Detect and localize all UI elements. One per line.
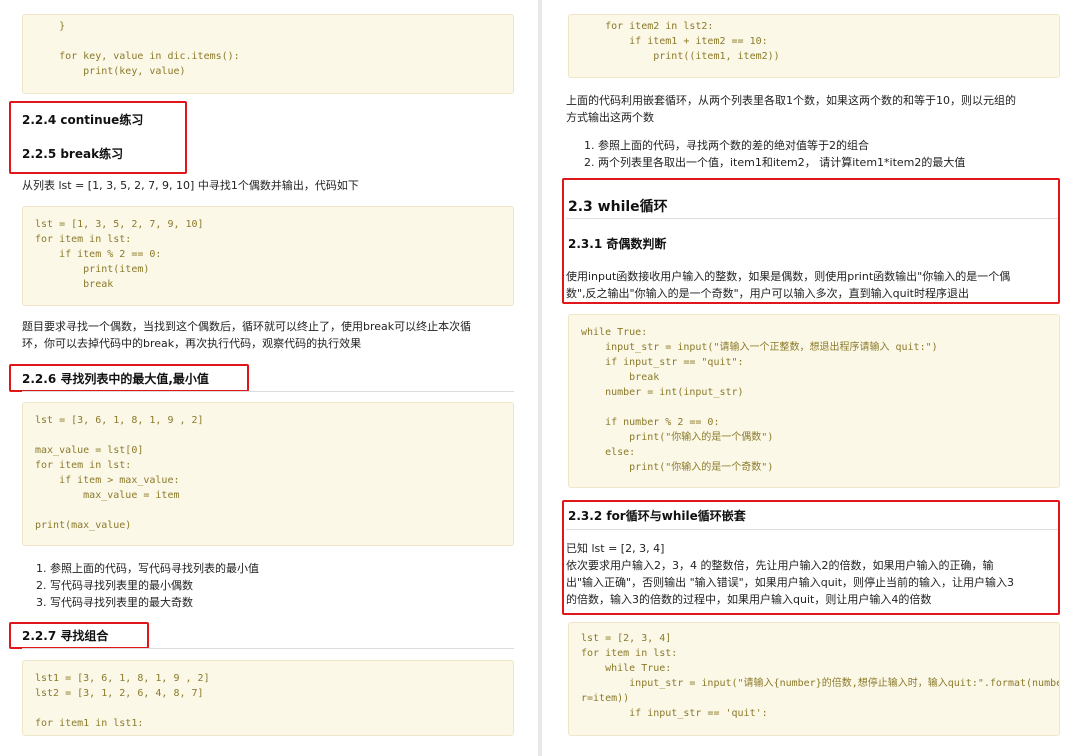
exercise-list-nested: 1. 参照上面的代码，寻找两个数的差的绝对值等于2的组合 2. 两个列表里各取出一… [584,137,965,171]
code-line: if item > max_value: [35,475,180,486]
code-line: lst2 = [3, 1, 2, 6, 4, 8, 7] [35,688,204,699]
code-line: r=item)) [581,693,630,704]
code-line: lst = [3, 6, 1, 8, 1, 9 , 2] [35,415,204,426]
code-block-while: while True: input_str = input("请输入一个正整数，… [568,314,1060,488]
break-desc-line1: 题目要求寻找一个偶数，当找到这个偶数后，循环就可以终止了，使用break可以终止… [22,320,472,333]
code-block-combo: lst1 = [3, 6, 1, 8, 1, 9 , 2] lst2 = [3, … [22,660,514,736]
heading-underline [22,648,514,649]
code-line: print(max_value) [35,520,132,531]
heading-2-3-2: 2.3.2 for循环与while循环嵌套 [568,509,746,523]
code-line: if number % 2 == 0: [581,417,720,428]
code-block-break: lst = [1, 3, 5, 2, 7, 9, 10] for item in … [22,206,514,306]
231-desc-line2: 数",反之输出"你输入的是一个奇数"，用户可以输入多次，直到输入quit时程序退… [566,287,969,300]
list-item: 1. 参照上面的代码，寻找两个数的差的绝对值等于2的组合 [584,139,869,152]
code-line: } [35,21,66,32]
code-block-combo-cont: for item2 in lst2: if item1 + item2 == 1… [568,14,1060,78]
code-line: if input_str == 'quit': [581,708,768,719]
list-item: 1. 参照上面的代码，写代码寻找列表的最小值 [36,562,259,575]
code-line: for item2 in lst2: [581,21,714,32]
break-intro-text: 从列表 lst = [1, 3, 5, 2, 7, 9, 10] 中寻找1个偶数… [22,179,359,192]
code-line: for item in lst: [35,460,132,471]
code-line: while True: [581,327,648,338]
code-block-dict-loop: } for key, value in dic.items(): print(k… [22,14,514,94]
code-line: else: [581,447,636,458]
code-line: input_str = input("请输入一个正整数，想退出程序请输入 qui… [581,342,938,353]
heading-2-2-7: 2.2.7 寻找组合 [22,629,109,643]
231-desc-line1: 使用input函数接收用户输入的整数，如果是偶数，则使用print函数输出"你输… [566,270,1011,283]
code-line: input_str = input("请输入{number}的倍数,想停止输入时… [581,678,1060,689]
heading-underline [566,218,1058,219]
heading-underline [22,391,514,392]
code-line: max_value = lst[0] [35,445,144,456]
code-line: lst = [1, 3, 5, 2, 7, 9, 10] [35,219,204,230]
heading-2-2-4: 2.2.4 continue练习 [22,113,144,127]
code-line: break [35,279,114,290]
code-line: print("你输入的是一个奇数") [581,462,774,473]
heading-underline [566,529,1058,530]
heading-2-3: 2.3 while循环 [568,199,668,215]
232-desc-line1: 依次要求用户输入2，3，4 的整数倍，先让用户输入2的倍数，如果用户输入的正确，… [566,559,994,572]
list-item: 2. 写代码寻找列表里的最小偶数 [36,579,193,592]
code-line: number = int(input_str) [581,387,744,398]
code-line: while True: [581,663,672,674]
heading-2-3-1: 2.3.1 奇偶数判断 [568,237,667,251]
232-desc-line0: 已知 lst = [2, 3, 4] [566,542,665,555]
code-line: print(key, value) [35,66,186,77]
code-line: break [581,372,660,383]
code-line: for item in lst: [581,648,678,659]
exercise-list-2-2-6: 1. 参照上面的代码，写代码寻找列表的最小值 2. 写代码寻找列表里的最小偶数 3.… [36,560,259,611]
right-page: for item2 in lst2: if item1 + item2 == 1… [542,0,1080,756]
nested-desc-line2: 方式输出这两个数 [566,111,654,124]
code-line: if item1 + item2 == 10: [581,36,768,47]
code-line: if input_str == "quit": [581,357,744,368]
code-line: print((item1, item2)) [581,51,780,62]
code-line: print(item) [35,264,150,275]
list-item: 2. 两个列表里各取出一个值，item1和item2， 请计算item1*ite… [584,156,966,169]
code-line: for key, value in dic.items(): [35,51,240,62]
code-line: lst = [2, 3, 4] [581,633,672,644]
list-item: 3. 写代码寻找列表里的最大奇数 [36,596,193,609]
nested-desc-line1: 上面的代码利用嵌套循环，从两个列表里各取1个数，如果这两个数的和等于10，则以元… [566,94,1016,107]
code-block-max: lst = [3, 6, 1, 8, 1, 9 , 2] max_value =… [22,402,514,546]
code-line: lst1 = [3, 6, 1, 8, 1, 9 , 2] [35,673,210,684]
code-line: for item in lst: [35,234,132,245]
code-line: for item1 in lst1: [35,718,144,729]
232-desc-line3: 的倍数，输入3的倍数的过程中，如果用户输入quit，则让用户输入4的倍数 [566,593,932,606]
left-page: } for key, value in dic.items(): print(k… [0,0,538,756]
heading-2-2-5: 2.2.5 break练习 [22,147,124,161]
heading-2-2-6: 2.2.6 寻找列表中的最大值,最小值 [22,372,209,386]
code-line: print("你输入的是一个偶数") [581,432,774,443]
code-block-final: lst = [2, 3, 4] for item in lst: while Tr… [568,622,1060,736]
code-line: if item % 2 == 0: [35,249,162,260]
code-line: max_value = item [35,490,180,501]
break-desc-line2: 环，你可以去掉代码中的break，再次执行代码，观察代码的执行效果 [22,337,362,350]
232-desc-line2: 出"输入正确"，否则输出 "输入错误"，如果用户输入quit，则停止当前的输入，… [566,576,1015,589]
